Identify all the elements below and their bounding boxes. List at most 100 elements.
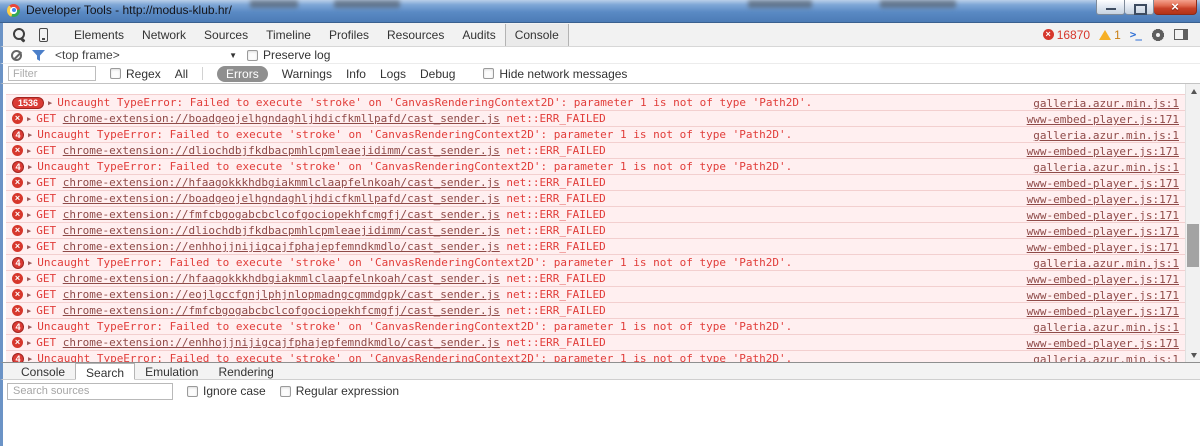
request-url-link[interactable]: chrome-extension://fmfcbgogabcbclcofgoci… [63, 304, 500, 317]
request-url-link[interactable]: chrome-extension://dliochdbjfkdbacpmhlcp… [63, 224, 500, 237]
tab-elements[interactable]: Elements [65, 24, 133, 46]
preserve-log-option: Preserve log [247, 48, 330, 62]
hide-network-checkbox[interactable] [483, 68, 494, 79]
expand-arrow-icon[interactable]: ▶ [28, 355, 32, 363]
vertical-scrollbar[interactable] [1185, 84, 1200, 362]
regular-expression-checkbox[interactable] [280, 386, 291, 397]
drawer-tab-search[interactable]: Search [75, 363, 135, 380]
minimize-button[interactable] [1096, 0, 1125, 15]
request-url-link[interactable]: chrome-extension://hfaagokkkhdbgiakmmlcl… [63, 272, 500, 285]
expand-arrow-icon[interactable]: ▶ [27, 211, 31, 219]
error-icon: × [12, 289, 23, 300]
error-counter[interactable]: × 16870 [1043, 28, 1090, 42]
scroll-up-icon[interactable] [1186, 84, 1200, 98]
expand-arrow-icon[interactable]: ▶ [28, 131, 32, 139]
source-location-link[interactable]: www-embed-player.js:171 [1027, 145, 1179, 158]
preserve-log-checkbox[interactable] [247, 50, 258, 61]
error-icon: × [12, 337, 23, 348]
tab-console[interactable]: Console [505, 24, 569, 46]
dock-side-icon[interactable] [1174, 29, 1188, 40]
search-sources-input[interactable] [7, 383, 173, 400]
expand-arrow-icon[interactable]: ▶ [27, 195, 31, 203]
tab-timeline[interactable]: Timeline [257, 24, 320, 46]
close-button[interactable] [1154, 0, 1197, 15]
expand-arrow-icon[interactable]: ▶ [28, 163, 32, 171]
settings-gear-icon[interactable] [1150, 27, 1165, 42]
source-location-link[interactable]: www-embed-player.js:171 [1027, 337, 1179, 350]
console-rows: 1536 ▶ Uncaught TypeError: Failed to exe… [6, 94, 1185, 362]
chrome-logo-icon [7, 4, 20, 17]
console-prompt-icon[interactable]: >_ [1130, 28, 1141, 41]
device-mode-button[interactable] [33, 25, 53, 45]
level-logs[interactable]: Logs [380, 67, 406, 81]
drawer-tab-emulation[interactable]: Emulation [135, 363, 208, 379]
clear-console-icon[interactable] [11, 50, 22, 61]
expand-arrow-icon[interactable]: ▶ [48, 99, 52, 107]
tab-profiles[interactable]: Profiles [320, 24, 378, 46]
request-url-link[interactable]: chrome-extension://enhhojjnijigcajfphaje… [63, 240, 500, 253]
console-message: Uncaught TypeError: Failed to execute 's… [37, 160, 792, 173]
level-info[interactable]: Info [346, 67, 366, 81]
warning-count: 1 [1114, 28, 1121, 42]
request-url-link[interactable]: chrome-extension://boadgeojelhgndaghljhd… [63, 192, 500, 205]
level-warnings[interactable]: Warnings [282, 67, 332, 81]
drawer-tab-console[interactable]: Console [11, 363, 75, 379]
source-location-link[interactable]: galleria.azur.min.js:1 [1033, 97, 1179, 110]
source-location-link[interactable]: galleria.azur.min.js:1 [1033, 321, 1179, 334]
maximize-button[interactable] [1125, 0, 1154, 15]
expand-arrow-icon[interactable]: ▶ [27, 227, 31, 235]
expand-arrow-icon[interactable]: ▶ [27, 339, 31, 347]
expand-arrow-icon[interactable]: ▶ [27, 291, 31, 299]
expand-arrow-icon[interactable]: ▶ [27, 147, 31, 155]
ignore-case-checkbox[interactable] [187, 386, 198, 397]
tab-resources[interactable]: Resources [378, 24, 453, 46]
level-debug[interactable]: Debug [420, 67, 455, 81]
expand-arrow-icon[interactable]: ▶ [27, 307, 31, 315]
request-url-link[interactable]: chrome-extension://hfaagokkkhdbgiakmmlcl… [63, 176, 500, 189]
source-location-link[interactable]: galleria.azur.min.js:1 [1033, 353, 1179, 362]
drawer-tab-rendering[interactable]: Rendering [208, 363, 283, 379]
source-location-link[interactable]: galleria.azur.min.js:1 [1033, 129, 1179, 142]
regex-checkbox[interactable] [110, 68, 121, 79]
frame-selector[interactable]: <top frame> ▼ [55, 48, 237, 62]
expand-arrow-icon[interactable]: ▶ [27, 243, 31, 251]
source-location-link[interactable]: www-embed-player.js:171 [1027, 177, 1179, 190]
warning-counter[interactable]: 1 [1099, 28, 1121, 42]
request-url-link[interactable]: chrome-extension://boadgeojelhgndaghljhd… [63, 112, 500, 125]
request-url-link[interactable]: chrome-extension://enhhojjnijigcajfphaje… [63, 336, 500, 349]
source-location-link[interactable]: www-embed-player.js:171 [1027, 273, 1179, 286]
source-location-link[interactable]: www-embed-player.js:171 [1027, 113, 1179, 126]
source-location-link[interactable]: www-embed-player.js:171 [1027, 289, 1179, 302]
request-url-link[interactable]: chrome-extension://eojlgccfgnjlphjnlopma… [63, 288, 500, 301]
regex-option: Regex [110, 67, 161, 81]
expand-arrow-icon[interactable]: ▶ [27, 115, 31, 123]
tab-audits[interactable]: Audits [453, 24, 504, 46]
error-icon: × [12, 273, 23, 284]
expand-arrow-icon[interactable]: ▶ [27, 179, 31, 187]
console-message: Uncaught TypeError: Failed to execute 's… [37, 128, 792, 141]
source-location-link[interactable]: galleria.azur.min.js:1 [1033, 257, 1179, 270]
repeat-count-badge: 4 [12, 353, 24, 363]
source-location-link[interactable]: galleria.azur.min.js:1 [1033, 161, 1179, 174]
request-url-link[interactable]: chrome-extension://dliochdbjfkdbacpmhlcp… [63, 144, 500, 157]
expand-arrow-icon[interactable]: ▶ [27, 275, 31, 283]
error-icon: × [1043, 29, 1054, 40]
expand-arrow-icon[interactable]: ▶ [28, 323, 32, 331]
divider [202, 67, 203, 80]
source-location-link[interactable]: www-embed-player.js:171 [1027, 225, 1179, 238]
filter-input[interactable] [8, 66, 96, 81]
inspect-element-button[interactable] [9, 25, 29, 45]
filter-funnel-icon[interactable] [32, 50, 45, 61]
scrollbar-thumb[interactable] [1187, 224, 1199, 267]
scroll-down-icon[interactable] [1186, 348, 1200, 362]
expand-arrow-icon[interactable]: ▶ [28, 259, 32, 267]
level-errors[interactable]: Errors [217, 66, 268, 82]
source-location-link[interactable]: www-embed-player.js:171 [1027, 241, 1179, 254]
source-location-link[interactable]: www-embed-player.js:171 [1027, 193, 1179, 206]
source-location-link[interactable]: www-embed-player.js:171 [1027, 305, 1179, 318]
level-all[interactable]: All [175, 67, 188, 81]
tab-network[interactable]: Network [133, 24, 195, 46]
tab-sources[interactable]: Sources [195, 24, 257, 46]
request-url-link[interactable]: chrome-extension://fmfcbgogabcbclcofgoci… [63, 208, 500, 221]
source-location-link[interactable]: www-embed-player.js:171 [1027, 209, 1179, 222]
